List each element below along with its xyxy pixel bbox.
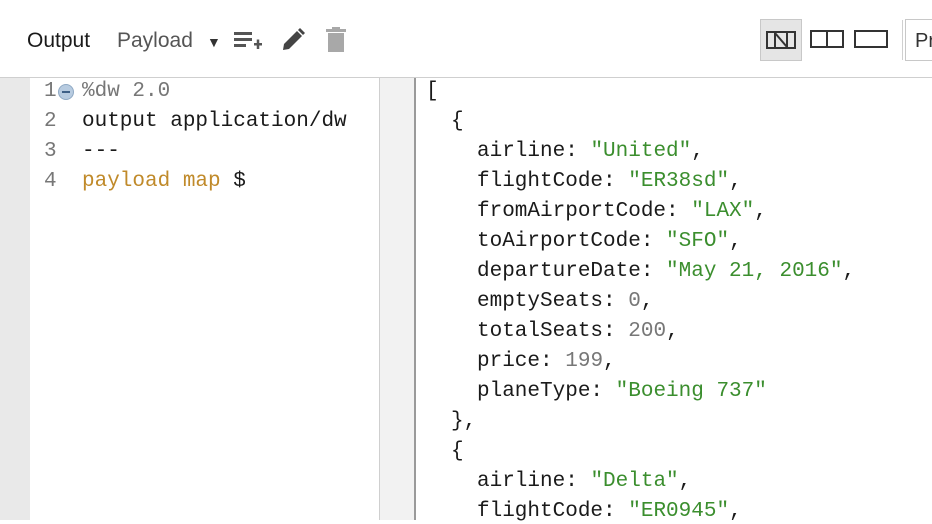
- field-separator: :: [540, 350, 566, 373]
- field-value: "Delta": [590, 470, 679, 493]
- field-value: "LAX": [691, 200, 755, 223]
- editor-left-margin: [0, 78, 30, 520]
- field-key: airline: [477, 140, 566, 163]
- field-key: airline: [477, 470, 566, 493]
- payload-dropdown[interactable]: Payload: [117, 29, 193, 53]
- caret-down-icon[interactable]: ▼: [207, 34, 221, 50]
- splitter-gutter: [380, 78, 414, 520]
- code-line[interactable]: output application/dw: [82, 110, 347, 134]
- field-comma: ,: [603, 350, 616, 373]
- field-key: toAirportCode: [477, 230, 641, 253]
- layout-full-button[interactable]: [852, 19, 892, 61]
- field-separator: :: [640, 260, 667, 283]
- code-line[interactable]: %dw 2.0: [82, 80, 170, 104]
- output-field: airline: "Delta",: [477, 470, 691, 494]
- layout-split-button[interactable]: [808, 19, 848, 61]
- output-field: totalSeats: 200,: [477, 320, 679, 344]
- field-value: "United": [590, 140, 692, 163]
- field-comma: ,: [842, 260, 856, 283]
- field-key: totalSeats: [477, 320, 604, 343]
- keyword-token: payload map: [82, 170, 221, 193]
- output-field: fromAirportCode: "LAX",: [477, 200, 767, 224]
- output-label: Output: [27, 29, 91, 52]
- field-comma: ,: [666, 320, 679, 343]
- output-field: toAirportCode: "SFO",: [477, 230, 742, 254]
- layout-split-icon: [808, 30, 848, 63]
- field-separator: :: [590, 380, 616, 403]
- field-key: flightCode: [477, 170, 604, 193]
- field-comma: ,: [678, 470, 692, 493]
- field-key: price: [477, 350, 541, 373]
- code-token: $: [220, 170, 246, 193]
- layout-single-icon: [761, 31, 801, 64]
- trash-icon[interactable]: [325, 27, 347, 58]
- code-line[interactable]: ---: [82, 140, 120, 164]
- output-field: emptySeats: 0,: [477, 290, 653, 314]
- output-field: flightCode: "ER0945",: [477, 500, 742, 524]
- field-value: "ER38sd": [628, 170, 730, 193]
- field-comma: ,: [691, 140, 704, 163]
- output-field: planeType: "Boeing 737": [477, 380, 767, 404]
- toolbar-divider: [902, 20, 903, 60]
- field-key: departureDate: [477, 260, 641, 283]
- field-comma: ,: [729, 170, 742, 193]
- field-value: "May 21, 2016": [666, 260, 843, 283]
- field-separator: :: [666, 200, 692, 223]
- pencil-icon[interactable]: [280, 27, 306, 58]
- field-value: 200: [628, 320, 667, 343]
- field-separator: :: [565, 140, 591, 163]
- add-list-icon[interactable]: [233, 27, 263, 58]
- field-key: emptySeats: [477, 290, 604, 313]
- field-comma: ,: [640, 290, 654, 313]
- code-line[interactable]: payload map $: [82, 170, 246, 194]
- field-value: "SFO": [666, 230, 730, 253]
- field-comma: ,: [729, 230, 742, 253]
- output-open-bracket: [: [426, 80, 439, 103]
- field-separator: :: [640, 230, 667, 253]
- field-key: fromAirportCode: [477, 200, 667, 223]
- output-object-close: },: [451, 410, 477, 433]
- field-value: "Boeing 737": [615, 380, 767, 403]
- layout-single-button[interactable]: [760, 19, 802, 61]
- field-value: 199: [565, 350, 604, 373]
- field-separator: :: [603, 320, 629, 343]
- line-number: 1: [44, 80, 57, 103]
- output-object-open: {: [451, 110, 464, 133]
- field-comma: ,: [754, 200, 767, 223]
- line-number: 4: [44, 170, 57, 193]
- field-separator: :: [565, 470, 591, 493]
- output-field: departureDate: "May 21, 2016",: [477, 260, 855, 284]
- field-key: planeType: [477, 380, 591, 403]
- field-value: 0: [628, 290, 641, 313]
- line-number: 2: [44, 110, 57, 133]
- field-separator: :: [603, 170, 629, 193]
- output-field: flightCode: "ER38sd",: [477, 170, 742, 194]
- toolbar: Output Payload ▼ Pr: [0, 0, 932, 78]
- line-number: 3: [44, 140, 57, 163]
- fold-toggle-icon[interactable]: [58, 84, 74, 100]
- layout-full-icon: [852, 30, 892, 63]
- output-field: airline: "United",: [477, 140, 704, 164]
- preview-button[interactable]: Pr: [905, 19, 932, 61]
- field-separator: :: [603, 290, 629, 313]
- output-field: price: 199,: [477, 350, 616, 374]
- output-object-open: {: [451, 440, 464, 463]
